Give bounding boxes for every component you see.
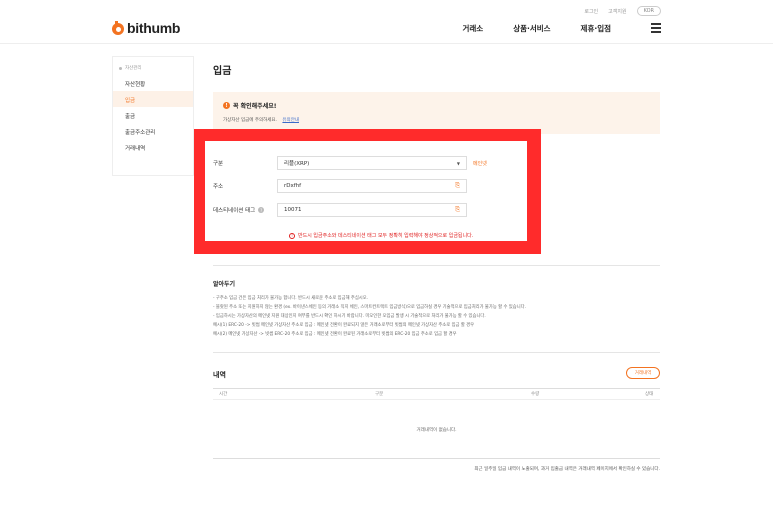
notice-text: 가상자산 입금에 주의하세요. 유의안내 — [223, 117, 650, 123]
main-nav: 거래소 상품·서비스 제휴·입점 — [462, 23, 661, 34]
section-divider — [213, 352, 660, 353]
copy-icon[interactable]: ⎘ — [455, 206, 460, 214]
history-table-header: 시간 구분 수량 상태 — [213, 388, 660, 400]
notice-title: ! 꼭 확인해주세요! — [223, 101, 650, 110]
history-footnote: 최근 일주일 입금 내역이 노출되며, 과거 입출금 내역은 거래내역 페이지에… — [474, 467, 660, 472]
list-item: - 입금하시는 가상자산의 메인넷 지원 대상인지 여부를 반드시 확인 하시기… — [213, 314, 486, 319]
hamburger-menu-icon[interactable] — [651, 23, 661, 33]
column-amount: 수량 — [531, 392, 540, 397]
type-row: 구분 리플(XRP) ▼ 메인넷 — [213, 156, 487, 170]
sidebar-item-assets[interactable]: 자산현황 — [113, 75, 193, 91]
column-time: 시간 — [219, 392, 228, 397]
bithumb-logo-icon — [112, 21, 124, 35]
mainnet-link[interactable]: 메인넷 — [473, 160, 487, 167]
logo-text: bithumb — [127, 20, 181, 36]
address-field[interactable]: rDxfhf ⎘ — [277, 179, 467, 193]
notes-section: 알아두기 - 구주소 입금 건은 입금 처리가 불가능 합니다. 반드시 새로운… — [213, 279, 660, 339]
header: bithumb 거래소 상품·서비스 제휴·입점 — [112, 14, 661, 42]
transaction-history-button[interactable]: 거래내역 — [626, 367, 660, 379]
section-divider — [213, 265, 660, 266]
address-row: 주소 rDxfhf ⎘ — [213, 179, 467, 193]
nav-partnership[interactable]: 제휴·입점 — [581, 23, 611, 34]
table-bottom-divider — [213, 458, 660, 459]
help-icon[interactable]: ? — [258, 207, 265, 213]
empty-state: 거래내역이 없습니다. — [416, 428, 457, 433]
sidebar: 자산관리 자산현황 입금 출금 출금주소관리 거래내역 — [112, 56, 194, 176]
tag-label: 데스티네이션 태그 ? — [213, 206, 277, 214]
sidebar-item-withdraw-address[interactable]: 출금주소관리 — [113, 123, 193, 139]
coin-select-value: 리플(XRP) — [284, 161, 310, 167]
tag-row: 데스티네이션 태그 ? 10071 ⎘ — [213, 203, 467, 217]
notice-box: ! 꼭 확인해주세요! 가상자산 입금에 주의하세요. 유의안내 — [213, 92, 660, 134]
tag-label-text: 데스티네이션 태그 — [213, 208, 256, 214]
warning-text: 반드시 입금주소와 데스티네이션 태그 모두 정확히 입력해야 정상적으로 입금… — [298, 233, 474, 239]
logo[interactable]: bithumb — [112, 20, 180, 36]
notice-body: 가상자산 입금에 주의하세요. — [223, 118, 277, 123]
warning-icon: ! — [289, 232, 295, 239]
alert-icon: ! — [223, 102, 230, 109]
caret-down-icon: ▼ — [456, 160, 460, 166]
list-item: 예시(1) ERC-20 -> 빗썸 메인넷 가상자산 주소로 입금 : 메인넷… — [213, 323, 475, 328]
page-title: 입금 — [213, 66, 232, 77]
list-item: - 구주소 입금 건은 입금 처리가 불가능 합니다. 반드시 새로운 주소로 … — [213, 296, 369, 301]
column-status: 상태 — [645, 392, 654, 397]
header-divider — [0, 43, 773, 44]
sidebar-item-history[interactable]: 거래내역 — [113, 139, 193, 155]
coin-select[interactable]: 리플(XRP) ▼ — [277, 156, 467, 170]
nav-products-services[interactable]: 상품·서비스 — [513, 23, 550, 34]
warning-message: ! 반드시 입금주소와 데스티네이션 태그 모두 정확히 입력해야 정상적으로 … — [289, 232, 473, 239]
notice-link[interactable]: 유의안내 — [282, 118, 299, 123]
notes-list: - 구주소 입금 건은 입금 처리가 불가능 합니다. 반드시 새로운 주소로 … — [213, 294, 660, 339]
nav-exchange[interactable]: 거래소 — [462, 23, 483, 34]
main-content: 입금 ! 꼭 확인해주세요! 가상자산 입금에 주의하세요. 유의안내 — [213, 56, 660, 134]
notes-title: 알아두기 — [213, 281, 236, 288]
history-title: 내역 — [213, 371, 226, 379]
address-value: rDxfhf — [284, 183, 302, 189]
copy-icon[interactable]: ⎘ — [455, 182, 460, 190]
type-label: 구분 — [213, 161, 224, 167]
notice-title-text: 꼭 확인해주세요! — [233, 103, 277, 110]
deposit-form: 구분 리플(XRP) ▼ 메인넷 주소 rDxfhf ⎘ 데스티네이션 태그 ?… — [205, 141, 527, 241]
tag-field[interactable]: 10071 ⎘ — [277, 203, 467, 217]
sidebar-item-deposit[interactable]: 입금 — [113, 91, 193, 107]
sidebar-heading-label: 자산관리 — [125, 66, 142, 71]
sidebar-item-withdraw[interactable]: 출금 — [113, 107, 193, 123]
list-item: - 블랏된 주소 또는 지원하지 않는 환경 (ex. 바이낸스체인 등의 거래… — [213, 305, 526, 310]
column-type: 구분 — [375, 392, 384, 397]
highlight-box: 구분 리플(XRP) ▼ 메인넷 주소 rDxfhf ⎘ 데스티네이션 태그 ?… — [194, 129, 541, 254]
sidebar-heading: 자산관리 — [113, 57, 193, 75]
tag-value: 10071 — [284, 207, 302, 213]
dot-icon — [119, 66, 122, 70]
address-label: 주소 — [213, 184, 224, 190]
list-item: 예시(2) 메인넷 가상자산 -> 빗썸 ERC-20 주소로 입금 : 메인넷… — [213, 332, 457, 337]
